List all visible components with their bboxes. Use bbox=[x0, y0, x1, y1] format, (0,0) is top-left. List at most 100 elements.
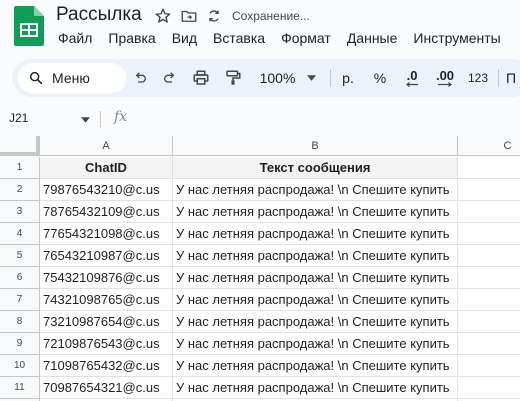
currency-format-button[interactable]: р. bbox=[338, 59, 358, 97]
row-header[interactable]: 10 bbox=[0, 355, 40, 377]
cell-empty[interactable] bbox=[458, 333, 520, 355]
redo-icon bbox=[164, 72, 175, 83]
header-cell-message[interactable]: Текст сообщения bbox=[173, 157, 458, 179]
toolbar-separator bbox=[330, 69, 331, 87]
cell-message[interactable]: У нас летняя распродажа! \n Спешите купи… bbox=[173, 267, 458, 289]
increase-decimal-label: .00 bbox=[435, 68, 455, 83]
number-format-button[interactable]: 123 bbox=[466, 59, 490, 97]
cell-message[interactable]: У нас летняя распродажа! \n Спешите купи… bbox=[173, 289, 458, 311]
sync-icon bbox=[209, 10, 219, 22]
paint-roller-icon bbox=[226, 70, 241, 85]
search-menus-label: Меню bbox=[52, 70, 90, 86]
cell-message[interactable]: У нас летняя распродажа! \n Спешите купи… bbox=[173, 245, 458, 267]
sheets-logo-icon[interactable] bbox=[14, 6, 44, 46]
cell-message[interactable]: У нас летняя распродажа! \n Спешите купи… bbox=[173, 333, 458, 355]
cell-message[interactable]: У нас летняя распродажа! \n Спешите купи… bbox=[173, 179, 458, 201]
percent-format-button[interactable]: % bbox=[370, 59, 390, 97]
zoom-select[interactable]: 100% bbox=[256, 59, 320, 97]
cell-empty[interactable] bbox=[458, 311, 520, 333]
currency-label: р. bbox=[342, 70, 354, 86]
cell-chatid[interactable]: 79876543210@c.us bbox=[40, 179, 173, 201]
font-select-label: П bbox=[506, 70, 517, 86]
paint-format-button[interactable] bbox=[222, 59, 244, 97]
menu-bar: Файл Правка Вид Вставка Формат Данные Ин… bbox=[50, 30, 509, 46]
increase-decimal-button[interactable]: .00 bbox=[432, 59, 458, 97]
row-header[interactable]: 1 bbox=[0, 157, 40, 179]
arrow-left-icon bbox=[406, 82, 418, 87]
cell-chatid[interactable]: 78765432109@c.us bbox=[40, 201, 173, 223]
arrow-right-icon bbox=[438, 82, 452, 87]
undo-icon bbox=[135, 72, 146, 83]
cell-chatid[interactable]: 75432109876@c.us bbox=[40, 267, 173, 289]
row-header[interactable]: 5 bbox=[0, 245, 40, 267]
decrease-decimal-button[interactable]: .0 bbox=[400, 59, 424, 97]
cell-empty[interactable] bbox=[458, 377, 520, 399]
formula-bar: J21 fx bbox=[0, 106, 520, 132]
print-button[interactable] bbox=[190, 59, 212, 97]
cell-chatid[interactable]: 73210987654@c.us bbox=[40, 311, 173, 333]
star-icon[interactable] bbox=[154, 7, 172, 25]
cell-empty[interactable] bbox=[458, 157, 520, 179]
percent-label: % bbox=[373, 70, 387, 86]
cell-chatid[interactable]: 70987654321@c.us bbox=[40, 377, 173, 399]
cell-message[interactable]: У нас летняя распродажа! \n Спешите купи… bbox=[173, 355, 458, 377]
cell-message[interactable]: У нас летняя распродажа! \n Спешите купи… bbox=[173, 377, 458, 399]
menu-tools[interactable]: Инструменты bbox=[405, 30, 508, 46]
fx-icon: fx bbox=[114, 109, 128, 125]
cell-chatid[interactable]: 71098765432@c.us bbox=[40, 355, 173, 377]
menu-format[interactable]: Формат bbox=[273, 30, 339, 46]
name-box[interactable]: J21 bbox=[9, 111, 28, 125]
toolbar: Меню 100% р. % .0 .00 123 П bbox=[12, 59, 520, 97]
cell-empty[interactable] bbox=[458, 289, 520, 311]
saving-status: Сохранение... bbox=[232, 9, 310, 23]
row-header[interactable]: 8 bbox=[0, 311, 40, 333]
row-header[interactable]: 9 bbox=[0, 333, 40, 355]
cell-empty[interactable] bbox=[458, 355, 520, 377]
column-header-a[interactable]: A bbox=[40, 136, 173, 156]
spreadsheet-grid[interactable]: A B C 1 ChatID Текст сообщения 2 79876543210… bbox=[0, 136, 520, 401]
search-menus-button[interactable]: Меню bbox=[18, 63, 126, 93]
cell-empty[interactable] bbox=[458, 201, 520, 223]
row-header[interactable]: 7 bbox=[0, 289, 40, 311]
decrease-decimal-label: .0 bbox=[406, 68, 418, 83]
column-header-b[interactable]: B bbox=[173, 136, 458, 156]
cell-chatid[interactable]: 77654321098@c.us bbox=[40, 223, 173, 245]
row-header[interactable]: 4 bbox=[0, 223, 40, 245]
search-icon bbox=[29, 71, 43, 85]
app-header: Рассылка Сохранение... Файл Правка Вид В… bbox=[0, 0, 520, 54]
cell-chatid[interactable]: 72109876543@c.us bbox=[40, 333, 173, 355]
column-header-c[interactable]: C bbox=[458, 136, 520, 156]
caret-down-icon[interactable] bbox=[81, 117, 90, 123]
row-header[interactable]: 3 bbox=[0, 201, 40, 223]
menu-data[interactable]: Данные bbox=[339, 30, 406, 46]
header-cell-chatid[interactable]: ChatID bbox=[40, 157, 173, 179]
menu-view[interactable]: Вид bbox=[164, 30, 205, 46]
number-format-label: 123 bbox=[467, 71, 489, 85]
cell-empty[interactable] bbox=[458, 245, 520, 267]
cell-chatid[interactable]: 76543210987@c.us bbox=[40, 245, 173, 267]
menu-file[interactable]: Файл bbox=[50, 30, 100, 46]
document-title[interactable]: Рассылка bbox=[56, 4, 142, 26]
row-header[interactable]: 2 bbox=[0, 179, 40, 201]
move-to-folder-icon[interactable] bbox=[180, 7, 198, 25]
font-select[interactable]: П bbox=[506, 59, 520, 97]
caret-down-icon bbox=[307, 75, 317, 81]
redo-button[interactable] bbox=[160, 59, 180, 97]
cell-chatid[interactable]: 74321098765@c.us bbox=[40, 289, 173, 311]
zoom-value: 100% bbox=[259, 70, 296, 86]
menu-insert[interactable]: Вставка bbox=[205, 30, 273, 46]
menu-edit[interactable]: Правка bbox=[100, 30, 163, 46]
print-icon bbox=[193, 70, 209, 85]
formula-bar-separator bbox=[100, 111, 101, 127]
cell-empty[interactable] bbox=[458, 267, 520, 289]
cell-message[interactable]: У нас летняя распродажа! \n Спешите купи… bbox=[173, 311, 458, 333]
cell-message[interactable]: У нас летняя распродажа! \n Спешите купи… bbox=[173, 201, 458, 223]
cell-empty[interactable] bbox=[458, 179, 520, 201]
row-header[interactable]: 6 bbox=[0, 267, 40, 289]
row-header[interactable]: 11 bbox=[0, 377, 40, 399]
toolbar-separator bbox=[498, 69, 499, 87]
cell-empty[interactable] bbox=[458, 223, 520, 245]
select-all-corner[interactable] bbox=[0, 136, 40, 156]
undo-button[interactable] bbox=[130, 59, 150, 97]
cell-message[interactable]: У нас летняя распродажа! \n Спешите купи… bbox=[173, 223, 458, 245]
